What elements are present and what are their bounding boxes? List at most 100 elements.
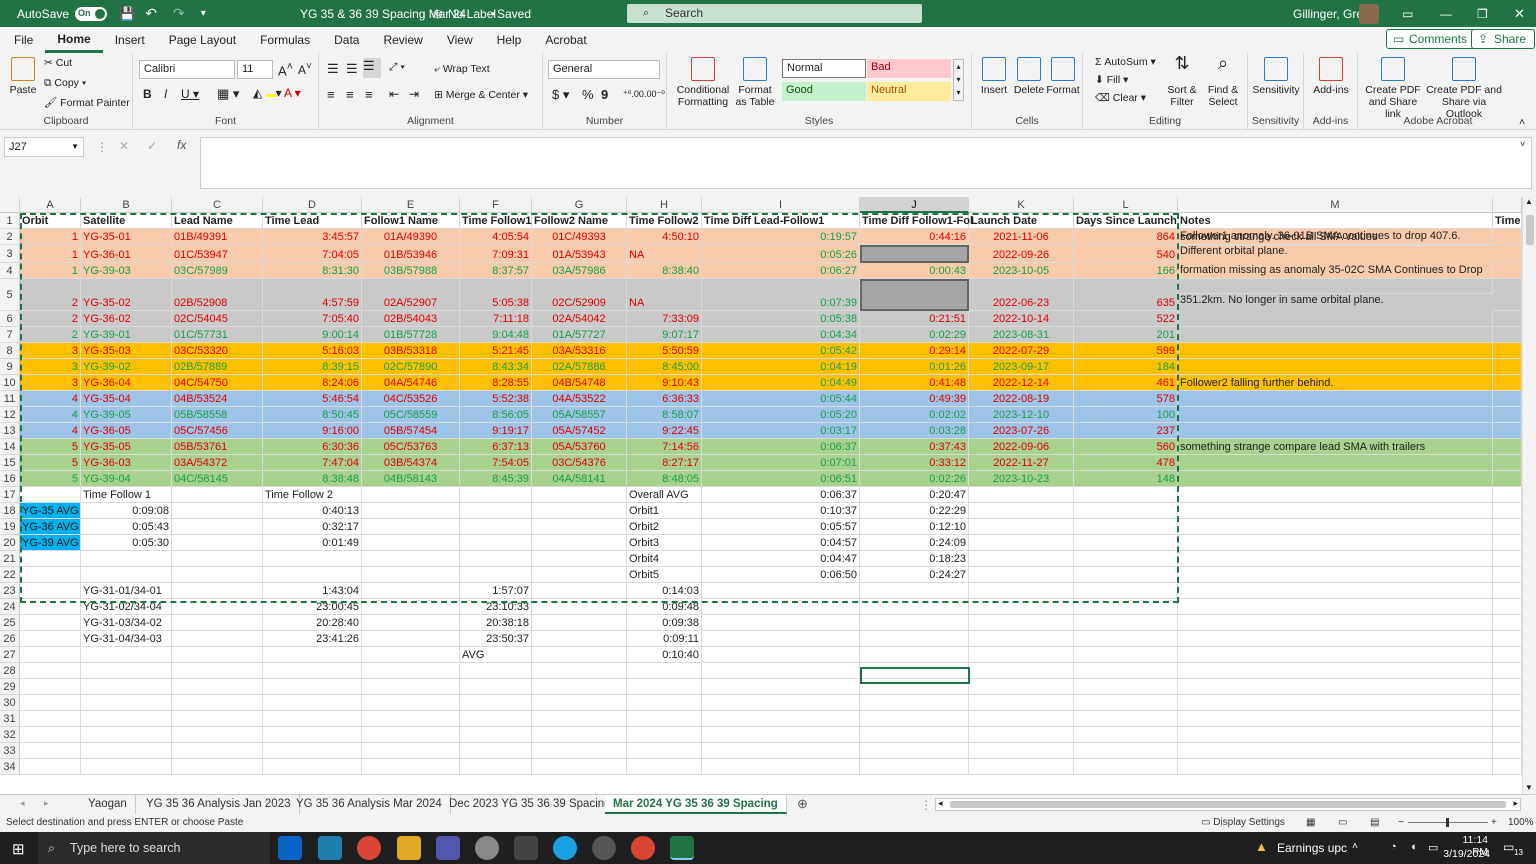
cell-diff-lead-follow1[interactable]: 0:07:01	[702, 455, 860, 471]
cell-follow2-name[interactable]: 02A/57886	[532, 359, 627, 375]
empty-cell[interactable]	[263, 727, 362, 743]
cell-orbit[interactable]: 4	[20, 407, 81, 423]
style-good[interactable]: Good	[782, 82, 866, 101]
insert-function-icon[interactable]: fx	[177, 138, 186, 152]
expand-formula-icon[interactable]: ˅	[1520, 139, 1525, 149]
cell-follow1-name[interactable]: 04B/58143	[362, 471, 460, 487]
cell-n[interactable]	[1493, 471, 1522, 487]
volume-icon[interactable]: ◖	[1410, 841, 1417, 853]
cell-follow1-name[interactable]: 05C/58559	[362, 407, 460, 423]
delete-cells-button[interactable]: Delete	[1012, 57, 1046, 96]
empty-cell[interactable]	[532, 503, 627, 519]
cell-diff-lead-follow1[interactable]: 0:07:39	[702, 279, 860, 311]
cell-time-follow2[interactable]: 7:14:56	[627, 439, 702, 455]
cell-launch-date[interactable]: 2023-08-31	[969, 327, 1074, 343]
cell-diff-follow1-follow2[interactable]: 0:00:43	[860, 263, 969, 279]
cell-follow2-name[interactable]: 03C/54376	[532, 455, 627, 471]
empty-cell[interactable]	[172, 535, 263, 551]
cell-follow1-name[interactable]: 03B/53318	[362, 343, 460, 359]
fill-color-icon[interactable]: ◭ ▾	[253, 86, 282, 100]
empty-cell[interactable]	[860, 711, 969, 727]
empty-cell[interactable]	[20, 599, 81, 615]
cell-time-lead[interactable]: 9:00:14	[263, 327, 362, 343]
summary-cell-j[interactable]: 0:24:27	[860, 567, 969, 583]
cell-notes[interactable]	[1178, 423, 1493, 439]
row-header-15[interactable]: 15	[0, 455, 20, 471]
empty-cell[interactable]	[1178, 759, 1493, 775]
number-format-dropdown[interactable]: General	[548, 60, 660, 79]
cell-time-follow1[interactable]: 8:56:05	[460, 407, 532, 423]
summary-cell-b[interactable]: YG-31-01/34-01	[81, 583, 172, 599]
cell-satellite[interactable]: YG-39-05	[81, 407, 172, 423]
increase-decimal-icon[interactable]: ⁺⁰.00	[623, 89, 644, 100]
empty-cell[interactable]	[1493, 631, 1522, 647]
align-center-icon[interactable]: ≡	[346, 87, 354, 102]
cell-satellite[interactable]: YG-35-02	[81, 279, 172, 311]
empty-cell[interactable]	[860, 695, 969, 711]
cell-time-follow2[interactable]: 9:07:17	[627, 327, 702, 343]
summary-cell-h[interactable]: Orbit1	[627, 503, 702, 519]
header-cell-i[interactable]: Time Diff Lead-Follow1	[702, 213, 860, 229]
empty-cell[interactable]	[1074, 663, 1178, 679]
cell-launch-date[interactable]: 2023-12-10	[969, 407, 1074, 423]
cell-lead-name[interactable]: 04B/53524	[172, 391, 263, 407]
cell-follow1-name[interactable]: 04A/54746	[362, 375, 460, 391]
empty-cell[interactable]	[1074, 647, 1178, 663]
column-header-m[interactable]: M	[1178, 197, 1493, 213]
cell-time-lead[interactable]: 4:57:59	[263, 279, 362, 311]
empty-cell[interactable]	[860, 727, 969, 743]
cell-time-lead[interactable]: 5:16:03	[263, 343, 362, 359]
empty-cell[interactable]	[969, 743, 1074, 759]
cell-follow2-name[interactable]: 04A/53522	[532, 391, 627, 407]
cell-follow1-name[interactable]: 01A/49390	[362, 229, 460, 245]
cell-n[interactable]	[1493, 245, 1522, 263]
column-header-e[interactable]: E	[362, 197, 460, 213]
cell-diff-lead-follow1[interactable]: 0:05:44	[702, 391, 860, 407]
row-header-30[interactable]: 30	[0, 695, 20, 711]
summary-cell-b[interactable]: YG-31-03/34-02	[81, 615, 172, 631]
empty-cell[interactable]	[1493, 647, 1522, 663]
cell-time-lead[interactable]: 7:04:05	[263, 245, 362, 263]
summary-cell-f[interactable]: 1:57:07	[460, 583, 532, 599]
underline-icon[interactable]: U ▾	[181, 87, 199, 101]
cell-lead-name[interactable]: 03C/57989	[172, 263, 263, 279]
column-header-f[interactable]: F	[460, 197, 532, 213]
cell-orbit[interactable]: 3	[20, 375, 81, 391]
cell-orbit[interactable]: 5	[20, 439, 81, 455]
formula-input[interactable]	[200, 137, 1532, 189]
column-header-n[interactable]	[1493, 197, 1522, 213]
scroll-down-icon[interactable]: ▼	[1525, 783, 1533, 792]
cell-days-since-launch[interactable]: 237	[1074, 423, 1178, 439]
share-button[interactable]: ⇪ Share	[1471, 29, 1536, 49]
empty-cell[interactable]	[1493, 695, 1522, 711]
cell-diff-follow1-follow2[interactable]: 0:44:16	[860, 229, 969, 245]
row-header-23[interactable]: 23	[0, 583, 20, 599]
minimize-icon[interactable]: —	[1440, 7, 1452, 21]
cell-orbit[interactable]: 4	[20, 423, 81, 439]
cell-diff-lead-follow1[interactable]: 0:05:20	[702, 407, 860, 423]
summary-cell-d[interactable]: 0:32:17	[263, 519, 362, 535]
cell-lead-name[interactable]: 01C/57731	[172, 327, 263, 343]
column-header-h[interactable]: H	[627, 197, 702, 213]
cell-notes[interactable]	[1178, 455, 1493, 471]
font-color-icon[interactable]: A ▾	[284, 86, 301, 100]
cell-n[interactable]	[1493, 263, 1522, 279]
empty-cell[interactable]	[172, 663, 263, 679]
empty-cell[interactable]	[702, 583, 860, 599]
cell-days-since-launch[interactable]: 184	[1074, 359, 1178, 375]
empty-cell[interactable]	[969, 551, 1074, 567]
row-header-14[interactable]: 14	[0, 439, 20, 455]
empty-cell[interactable]	[1074, 727, 1178, 743]
empty-cell[interactable]	[1178, 487, 1493, 503]
cell-satellite[interactable]: YG-35-03	[81, 343, 172, 359]
column-header-c[interactable]: C	[172, 197, 263, 213]
cell-time-follow2[interactable]: 6:36:33	[627, 391, 702, 407]
cell-diff-follow1-follow2[interactable]	[860, 245, 969, 263]
summary-cell-a[interactable]: YG-39 AVG	[20, 535, 81, 551]
cell-follow2-name[interactable]: 03A/57986	[532, 263, 627, 279]
cell-follow1-name[interactable]: 05B/57454	[362, 423, 460, 439]
system-tray-icon[interactable]: ˄	[1352, 841, 1358, 852]
cell-follow1-name[interactable]: 03B/57988	[362, 263, 460, 279]
empty-cell[interactable]	[81, 727, 172, 743]
misc-icon[interactable]	[592, 836, 616, 860]
